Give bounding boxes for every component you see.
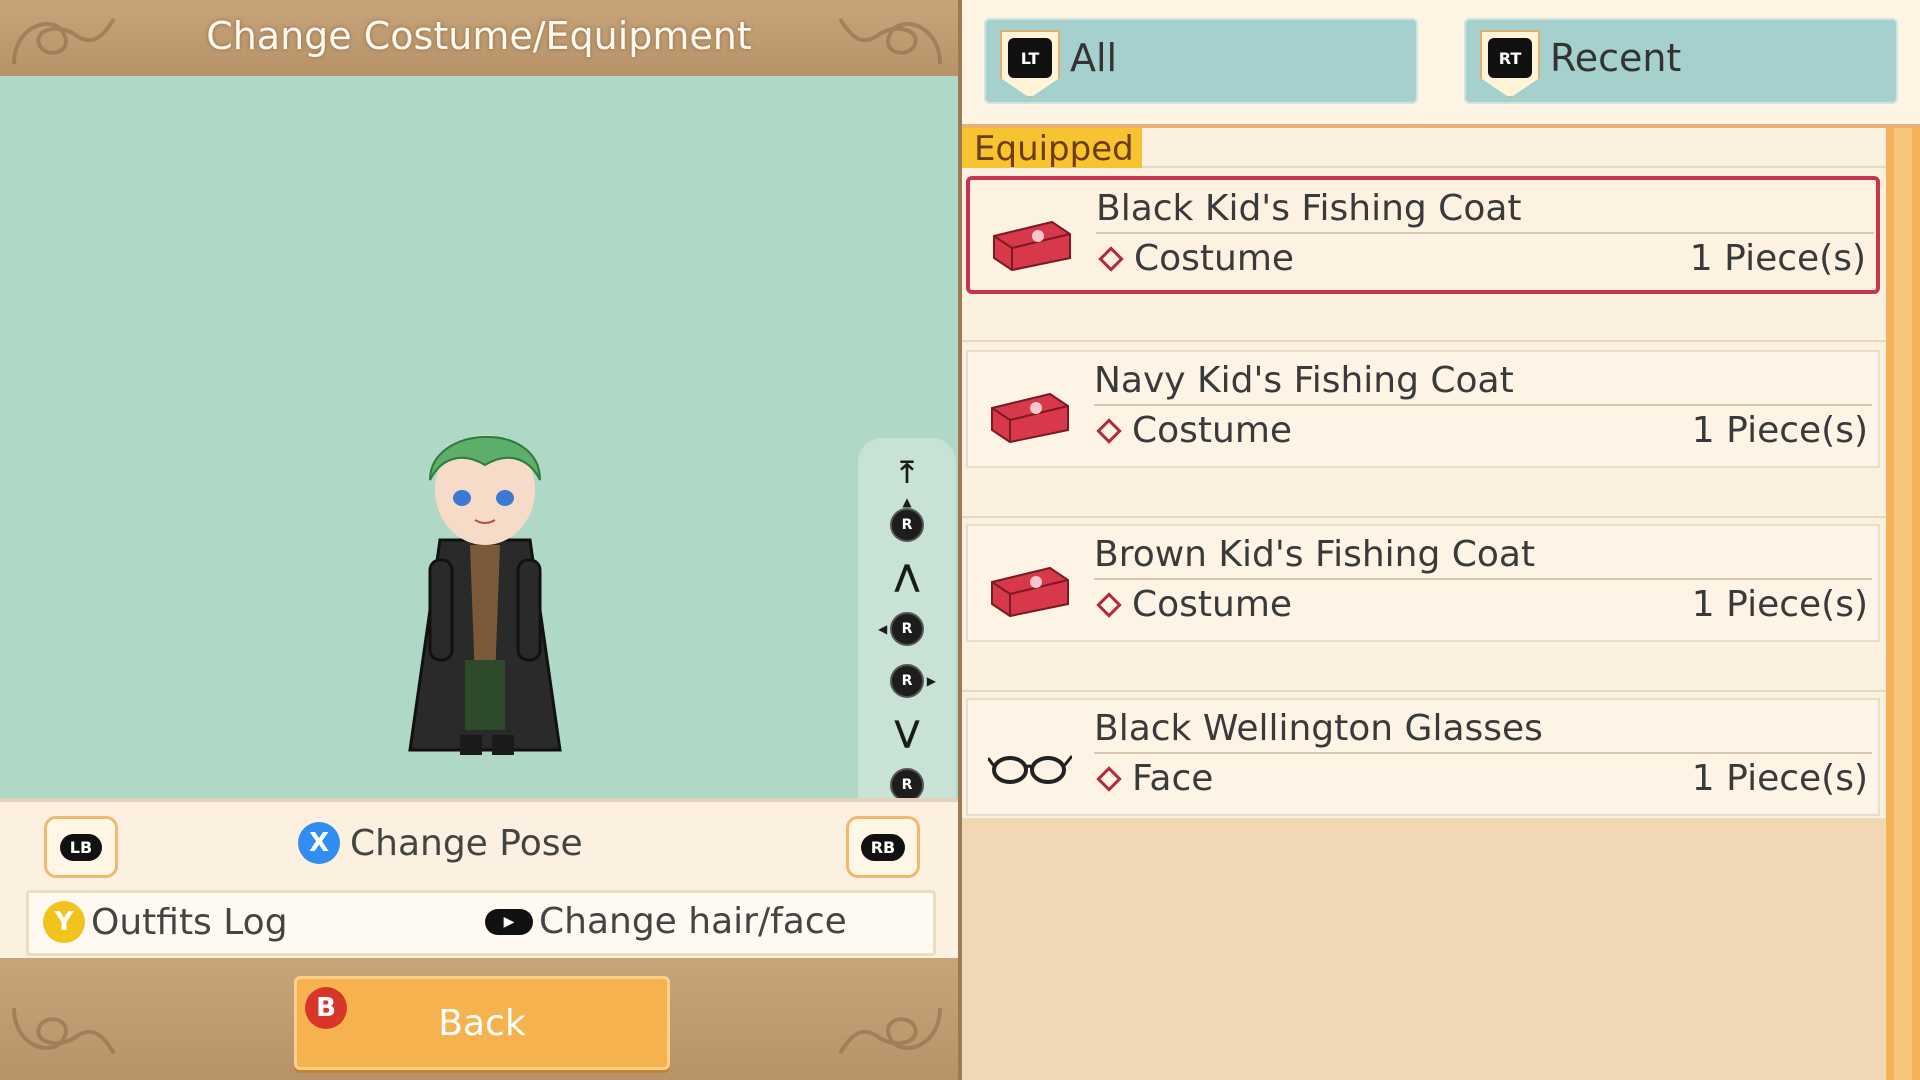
character-model xyxy=(408,435,562,755)
rb-button[interactable]: RB xyxy=(846,816,920,878)
tab-all[interactable]: LT All xyxy=(984,18,1418,104)
lb-icon: LB xyxy=(59,833,103,861)
costume-case-icon xyxy=(991,392,1069,444)
scroll-top-button[interactable]: ⤒ xyxy=(878,452,936,494)
diamond-icon xyxy=(1098,245,1124,272)
change-pose-button[interactable]: X Change Pose xyxy=(298,822,583,864)
diamond-icon xyxy=(1096,765,1122,792)
rb-icon: RB xyxy=(860,833,906,861)
right-stick-left-icon: ◀ R xyxy=(878,612,924,646)
rotate-right-button[interactable]: ▶ R xyxy=(878,660,936,702)
item-category: Costume xyxy=(1094,584,1292,625)
list-item[interactable]: Brown Kid's Fishing Coat Costume 1 Piece… xyxy=(966,524,1880,642)
item-panel: LT All RT Recent Equipped Black Kid's Fi… xyxy=(962,0,1920,1080)
character-preview[interactable]: ⤒ ▲ R ⋀ ◀ R ▶ R ⋁ R xyxy=(0,76,958,870)
zoom-in-button[interactable]: ⋀ xyxy=(878,556,936,598)
item-list: Equipped Black Kid's Fishing Coat Costum… xyxy=(962,128,1886,1080)
item-name: Black Wellington Glasses xyxy=(1094,708,1543,749)
rotate-up-button[interactable]: ▲ R xyxy=(878,496,936,546)
double-chevron-up-icon: ⋀ xyxy=(894,559,920,594)
list-item[interactable]: Black Wellington Glasses Face 1 Piece(s) xyxy=(966,698,1880,816)
item-count: 1 Piece(s) xyxy=(1691,758,1868,799)
tab-recent-label: Recent xyxy=(1550,36,1682,80)
outfits-log-button[interactable]: Y Outfits Log xyxy=(43,901,288,943)
tab-recent[interactable]: RT Recent xyxy=(1464,18,1898,104)
ornament-icon xyxy=(838,1007,942,1055)
rt-badge: RT xyxy=(1480,30,1540,98)
diamond-icon xyxy=(1096,591,1122,618)
item-name: Navy Kid's Fishing Coat xyxy=(1094,360,1514,401)
zoom-out-button[interactable]: ⋁ xyxy=(878,712,936,754)
right-stick-down-icon: ▼ R xyxy=(890,768,924,814)
change-hair-face-button[interactable]: ▶ Change hair/face xyxy=(485,901,847,942)
item-count: 1 Piece(s) xyxy=(1689,238,1866,279)
scroll-top-icon: ⤒ xyxy=(900,455,914,490)
costume-case-icon xyxy=(991,566,1069,618)
glasses-icon xyxy=(988,755,1072,784)
item-name: Black Kid's Fishing Coat xyxy=(1096,188,1522,229)
outfits-row: Y Outfits Log ▶ Change hair/face xyxy=(26,890,936,956)
costume-case-icon xyxy=(993,220,1071,272)
item-category: Costume xyxy=(1096,238,1294,279)
back-button[interactable]: B Back xyxy=(294,976,670,1070)
double-chevron-down-icon: ⋁ xyxy=(894,715,920,750)
item-name: Brown Kid's Fishing Coat xyxy=(1094,534,1536,575)
outfits-log-label: Outfits Log xyxy=(91,901,288,943)
diamond-icon xyxy=(1096,417,1122,444)
back-label: Back xyxy=(438,1002,526,1044)
list-item[interactable]: Navy Kid's Fishing Coat Costume 1 Piece(… xyxy=(966,350,1880,468)
right-stick-press-icon: ▶ xyxy=(485,908,533,935)
list-item[interactable]: Black Kid's Fishing Coat Costume 1 Piece… xyxy=(966,176,1880,294)
list-scrollbar[interactable] xyxy=(1886,128,1920,1080)
change-pose-label: Change Pose xyxy=(350,822,583,864)
lt-icon: LT xyxy=(1008,38,1052,78)
title-bar: Change Costume/Equipment xyxy=(0,0,958,80)
y-button-icon: Y xyxy=(43,901,85,943)
x-button-icon: X xyxy=(298,822,340,864)
item-count: 1 Piece(s) xyxy=(1691,584,1868,625)
filter-tabs: LT All RT Recent xyxy=(962,0,1920,128)
item-category: Face xyxy=(1094,758,1213,799)
ornament-icon xyxy=(12,1007,116,1055)
change-hair-face-label: Change hair/face xyxy=(539,901,847,942)
item-count: 1 Piece(s) xyxy=(1691,410,1868,451)
lb-button[interactable]: LB xyxy=(44,816,118,878)
pose-bar: LB X Change Pose RB Y Outfits Log ▶ Chan… xyxy=(0,798,958,962)
rotate-left-button[interactable]: ◀ R xyxy=(878,608,936,650)
lt-badge: LT xyxy=(1000,30,1060,98)
preview-panel: Change Costume/Equipment ⤒ ▲ R ⋀ ◀ R ▶ R… xyxy=(0,0,958,1080)
right-stick-right-icon: ▶ R xyxy=(890,664,936,698)
tab-all-label: All xyxy=(1070,36,1118,80)
scroll-track xyxy=(1894,128,1912,1080)
page-title: Change Costume/Equipment xyxy=(206,14,752,58)
b-button-icon: B xyxy=(305,987,347,1029)
equipped-section-label: Equipped xyxy=(962,128,1142,169)
rt-icon: RT xyxy=(1488,38,1532,78)
bottom-bar: B Back xyxy=(0,958,958,1080)
right-stick-up-icon: ▲ R xyxy=(890,496,924,542)
item-category: Costume xyxy=(1094,410,1292,451)
